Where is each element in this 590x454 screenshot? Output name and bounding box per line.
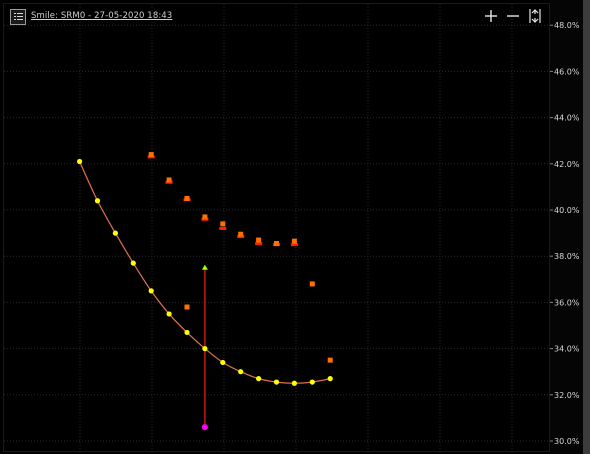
bid-marker (219, 226, 227, 230)
y-tick-label: 32.0% (554, 391, 580, 400)
curve-point (148, 288, 154, 294)
curve-point (184, 329, 190, 336)
smile-chart[interactable]: 30.0% 32.0% 34.0% 36.0% 38.0% 40.0% 42.0% 44.0%… (0, 0, 583, 454)
y-tick-label: 38.0% (554, 252, 580, 261)
ask-marker (166, 177, 172, 183)
curve-point (77, 158, 83, 165)
curve-point (291, 380, 297, 386)
list-icon[interactable] (10, 9, 26, 25)
ask-marker (238, 231, 244, 237)
curve-point (130, 260, 136, 266)
y-tick-label: 40.0% (554, 206, 580, 215)
curve-point (220, 359, 226, 366)
ask-marker (309, 281, 315, 287)
y-tick-label: 30.0% (554, 437, 580, 446)
range-low-marker (201, 424, 208, 431)
fit-arrows-icon[interactable] (526, 7, 544, 25)
y-tick-label: 42.0% (554, 160, 580, 169)
curve-point (273, 379, 280, 385)
ask-marker (184, 195, 190, 201)
plus-icon[interactable] (482, 7, 500, 25)
ask-marker (184, 304, 190, 310)
range-high-marker (201, 264, 208, 270)
curve-point (166, 311, 172, 317)
curve-point (94, 198, 101, 204)
ask-marker (148, 152, 154, 158)
curve-point (327, 376, 333, 382)
y-tick-label: 36.0% (554, 298, 580, 307)
chart-title[interactable]: Smile: SRM0 - 27-05-2020 18:43 (31, 11, 172, 21)
ask-marker (256, 237, 262, 243)
y-tick-label: 48.0% (554, 21, 580, 30)
minus-icon[interactable] (504, 7, 522, 25)
y-tick-label: 44.0% (554, 114, 580, 123)
curve-point (112, 230, 118, 236)
window-edge (583, 0, 590, 454)
curve-point (309, 379, 315, 385)
y-axis-ticks: 30.0% 32.0% 34.0% 36.0% 38.0% 40.0% 42.0% 44.0%… (550, 21, 580, 446)
ask-marker (202, 214, 208, 220)
curve-point (256, 376, 262, 382)
ask-marker (274, 240, 279, 246)
curve-point (202, 346, 208, 352)
y-tick-label: 34.0% (554, 345, 580, 354)
chart-window: 30.0% 32.0% 34.0% 36.0% 38.0% 40.0% 42.0% 44.0%… (0, 0, 590, 454)
ask-marker (220, 221, 226, 227)
ask-marker (291, 238, 297, 244)
curve-point (238, 369, 244, 375)
y-tick-label: 46.0% (554, 67, 580, 76)
grid-lines (4, 4, 550, 452)
ask-marker (327, 357, 333, 363)
